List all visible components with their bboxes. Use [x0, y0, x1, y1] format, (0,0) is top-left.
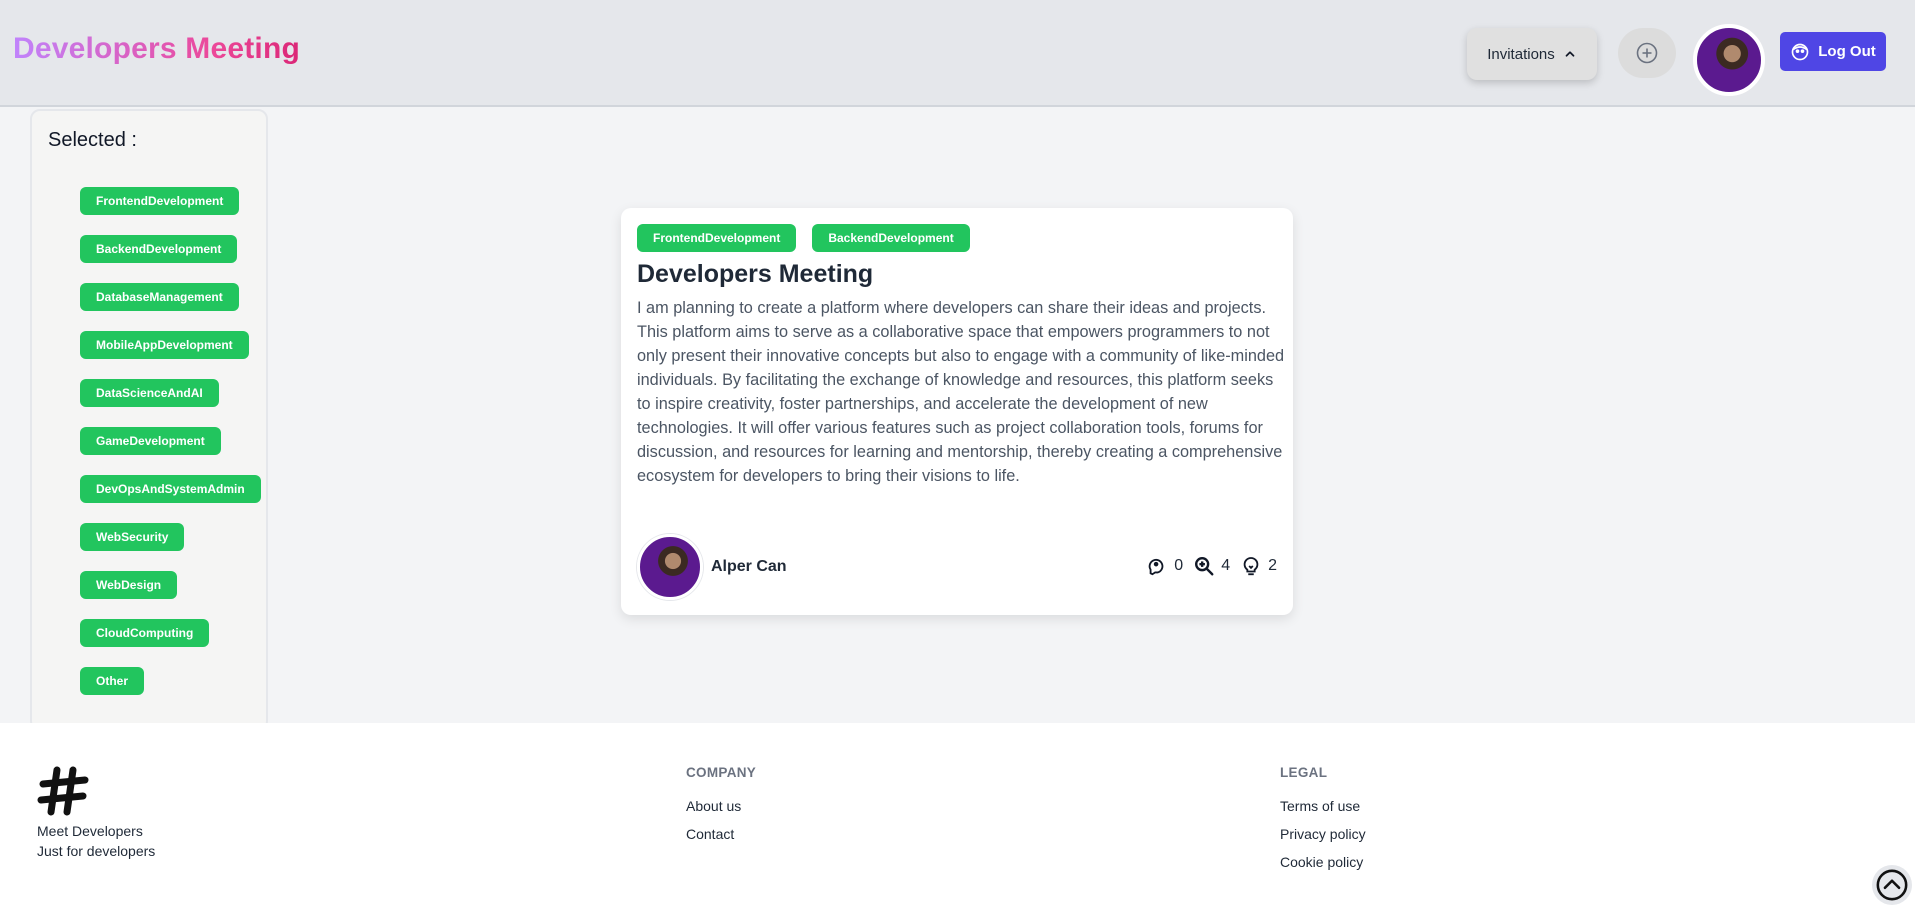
views-count: 4 — [1221, 557, 1231, 574]
views-stat: 4 — [1193, 555, 1230, 577]
ideas-stat: 2 — [1240, 555, 1277, 577]
hashtag-logo-icon[interactable] — [37, 765, 89, 817]
post-tags: FrontendDevelopment BackendDevelopment — [637, 224, 970, 252]
brand-title[interactable]: Developers Meeting — [13, 32, 300, 66]
speech-head-icon — [1149, 558, 1164, 576]
post-title[interactable]: Developers Meeting — [637, 260, 873, 289]
post-tag-backend[interactable]: BackendDevelopment — [812, 224, 970, 252]
logout-button[interactable]: Log Out — [1780, 32, 1886, 71]
tag-list: FrontendDevelopment BackendDevelopment D… — [80, 187, 261, 715]
face-icon — [1791, 43, 1809, 60]
footer-tagline: Meet Developers Just for developers — [37, 821, 155, 861]
tag-data-science-and-ai[interactable]: DataScienceAndAI — [80, 379, 219, 407]
post-tag-frontend[interactable]: FrontendDevelopment — [637, 224, 797, 252]
tag-frontend-development[interactable]: FrontendDevelopment — [80, 187, 240, 215]
tag-other[interactable]: Other — [80, 667, 145, 695]
comments-count: 0 — [1174, 557, 1184, 574]
selected-tags-sidebar: Selected : FrontendDevelopment BackendDe… — [30, 109, 268, 731]
chevron-up-icon — [1565, 51, 1575, 57]
author-name[interactable]: Alper Can — [711, 558, 787, 576]
post-card[interactable]: FrontendDevelopment BackendDevelopment D… — [621, 208, 1293, 615]
post-stats: 0 4 2 — [1146, 555, 1277, 577]
company-heading: COMPANY — [686, 765, 757, 780]
search-icon — [1195, 557, 1214, 576]
tag-database-management[interactable]: DatabaseManagement — [80, 283, 239, 311]
scroll-to-top-button[interactable] — [1872, 865, 1912, 905]
tag-web-design[interactable]: WebDesign — [80, 571, 178, 599]
footer: Meet Developers Just for developers COMP… — [0, 723, 1915, 914]
contact-link[interactable]: Contact — [686, 826, 756, 844]
add-post-button[interactable] — [1618, 28, 1676, 78]
post-description: I am planning to create a platform where… — [637, 299, 1285, 485]
tagline-line-1: Meet Developers — [37, 823, 143, 839]
tag-devops-and-system-admin[interactable]: DevOpsAndSystemAdmin — [80, 475, 261, 503]
footer-company: COMPANY About us Contact — [686, 765, 756, 854]
terms-link[interactable]: Terms of use — [1280, 798, 1366, 816]
tagline-line-2: Just for developers — [37, 843, 156, 859]
author-avatar[interactable] — [637, 534, 703, 600]
plus-circle-icon — [1636, 42, 1658, 64]
tag-backend-development[interactable]: BackendDevelopment — [80, 235, 238, 263]
ideas-count: 2 — [1268, 557, 1277, 574]
top-navbar: Developers Meeting Invitations Log Out — [0, 0, 1915, 107]
lightbulb-icon — [1243, 557, 1259, 576]
user-avatar[interactable] — [1693, 24, 1765, 96]
post-author[interactable]: Alper Can — [637, 534, 787, 600]
tag-cloud-computing[interactable]: CloudComputing — [80, 619, 210, 647]
invitations-label: Invitations — [1487, 45, 1555, 63]
tag-mobile-app-development[interactable]: MobileAppDevelopment — [80, 331, 249, 359]
comments-stat: 0 — [1146, 555, 1183, 577]
legal-heading: LEGAL — [1280, 765, 1328, 780]
tag-web-security[interactable]: WebSecurity — [80, 523, 185, 551]
about-us-link[interactable]: About us — [686, 798, 756, 816]
chevron-up-circle-icon — [1876, 869, 1908, 901]
privacy-link[interactable]: Privacy policy — [1280, 826, 1366, 844]
footer-legal: LEGAL Terms of use Privacy policy Cookie… — [1280, 765, 1366, 882]
cookie-link[interactable]: Cookie policy — [1280, 854, 1366, 872]
sidebar-title: Selected : — [48, 129, 137, 151]
tag-game-development[interactable]: GameDevelopment — [80, 427, 221, 455]
invitations-button[interactable]: Invitations — [1467, 28, 1597, 80]
logout-label: Log Out — [1818, 43, 1876, 60]
